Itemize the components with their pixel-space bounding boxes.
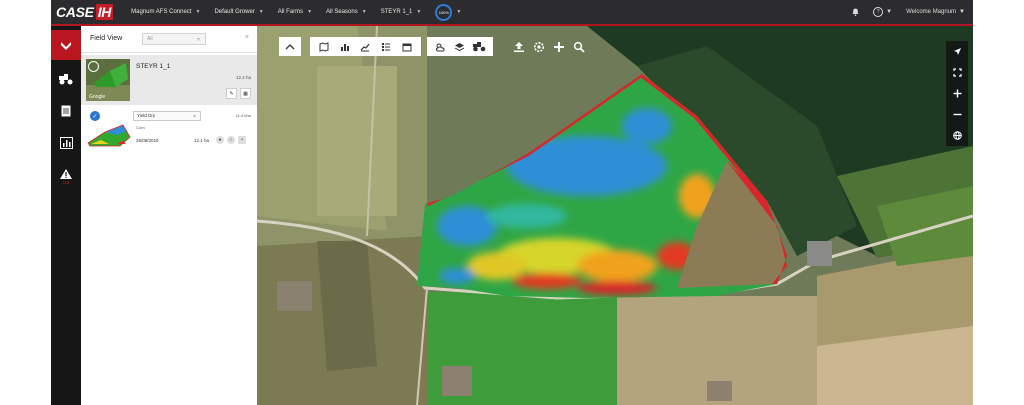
yield-thumbnail xyxy=(87,124,131,147)
rail-alerts-button[interactable]: 118 xyxy=(51,162,81,192)
field-thumbnail[interactable]: Google xyxy=(86,59,130,101)
panel-header: Field View All ▼ × xyxy=(81,26,257,53)
logo-text: CASE xyxy=(56,4,94,20)
close-icon[interactable]: × xyxy=(245,34,249,41)
nav-account[interactable]: Magnum AFS Connect ▼ xyxy=(131,9,200,15)
satellite-map[interactable] xyxy=(257,26,973,405)
map-icon[interactable] xyxy=(319,41,329,52)
chevron-down-icon: ▼ xyxy=(456,9,462,15)
chevron-up-icon xyxy=(285,43,295,49)
plus-icon[interactable] xyxy=(553,41,565,53)
chevron-down-icon: ▼ xyxy=(307,9,313,15)
checkmark-icon[interactable]: ✓ xyxy=(90,111,100,121)
globe-icon[interactable] xyxy=(946,125,968,146)
document-icon xyxy=(61,105,71,117)
bar-chart-icon[interactable] xyxy=(340,42,350,52)
user-menu[interactable]: Welcome Magnum ▼ xyxy=(906,9,965,15)
notifications-bell-icon[interactable] xyxy=(852,8,859,16)
tools-toolbar xyxy=(505,37,593,56)
chevron-down-icon: ▼ xyxy=(195,9,201,15)
settings-icon[interactable] xyxy=(533,41,545,53)
alert-count: 118 xyxy=(62,180,70,185)
field-name: STEYR 1_1 xyxy=(136,63,171,70)
nav-grower[interactable]: Default Grower ▼ xyxy=(214,9,263,15)
rail-reports-button[interactable] xyxy=(51,128,81,158)
nav-farms-label: All Farms xyxy=(277,9,304,15)
chevron-down-icon: ▼ xyxy=(196,37,201,43)
layer-date: 25/09/2018 xyxy=(136,138,159,143)
zoom-out-icon[interactable] xyxy=(946,104,968,125)
layer-row[interactable]: ✓ Yield Dry ▼ 11.4 t/ha Corn 25/09/2018 1… xyxy=(81,108,257,152)
field-area: 12.2 ha xyxy=(235,75,251,80)
panel-title: Field View xyxy=(90,35,123,42)
field-view-panel: Field View All ▼ × Google STEYR 1_1 12.2 … xyxy=(81,26,257,405)
warning-icon xyxy=(60,169,72,179)
case-ih-logo[interactable]: CASE IH xyxy=(56,4,114,20)
chevron-down-icon: ▼ xyxy=(192,114,197,120)
chevron-down-icon: ▼ xyxy=(886,9,893,15)
layers-icon[interactable] xyxy=(454,42,465,52)
field-card[interactable]: Google STEYR 1_1 12.2 ha ✎ ▦ xyxy=(81,55,257,105)
more-icon[interactable]: ▪ xyxy=(238,136,246,144)
rail-documents-button[interactable] xyxy=(51,96,81,126)
map-controls xyxy=(946,41,968,146)
layer-type-value: Yield Dry xyxy=(137,113,156,118)
weather-icon[interactable] xyxy=(435,42,447,52)
select-radio[interactable] xyxy=(88,61,99,72)
report-chart-icon xyxy=(59,137,73,149)
edit-icon[interactable]: ✎ xyxy=(226,88,237,99)
calendar-icon[interactable] xyxy=(402,42,412,52)
nav-seasons-label: All Seasons xyxy=(326,9,358,15)
navigate-icon[interactable] xyxy=(946,41,968,62)
app-window: CASE IH Magnum AFS Connect ▼ Default Growe… xyxy=(51,0,973,405)
field-card-actions: ✎ ▦ xyxy=(223,88,251,99)
nav-account-label: Magnum AFS Connect xyxy=(131,9,192,15)
user-nav: ? ▼ Welcome Magnum ▼ xyxy=(838,0,965,24)
info-icon[interactable]: ● xyxy=(216,136,224,144)
map-view[interactable] xyxy=(257,26,973,405)
tractor-icon xyxy=(59,73,73,84)
grid-icon[interactable]: ▦ xyxy=(240,88,251,99)
search-icon[interactable] xyxy=(573,41,585,53)
rail-fields-button[interactable] xyxy=(51,30,81,60)
layer-type-select[interactable]: Yield Dry ▼ xyxy=(133,111,201,121)
top-bar: CASE IH Magnum AFS Connect ▼ Default Growe… xyxy=(51,0,973,26)
rail-equipment-button[interactable] xyxy=(51,64,81,94)
breadcrumb-nav: Magnum AFS Connect ▼ Default Grower ▼ All … xyxy=(131,3,475,21)
visibility-icon[interactable]: ○ xyxy=(227,136,235,144)
layer-actions: ● ○ ▪ xyxy=(213,136,246,144)
zoom-in-icon[interactable] xyxy=(946,83,968,104)
list-icon[interactable] xyxy=(381,42,391,52)
layer-crop: Corn xyxy=(136,125,145,130)
chevron-down-icon: ▼ xyxy=(959,9,965,15)
fields-icon xyxy=(61,42,71,50)
chevron-down-icon: ▼ xyxy=(416,9,422,15)
progress-badge: 100% xyxy=(435,3,453,21)
nav-grower-label: Default Grower xyxy=(214,9,255,15)
layers-toolbar xyxy=(427,37,493,56)
chevron-down-icon: ▼ xyxy=(361,9,367,15)
help-icon: ? xyxy=(873,7,884,17)
nav-field-label: STEYR 1_1 xyxy=(380,9,413,15)
nav-field[interactable]: STEYR 1_1 ▼ xyxy=(381,9,422,15)
chevron-down-icon: ▼ xyxy=(258,9,264,15)
line-chart-icon[interactable] xyxy=(360,42,370,52)
upload-icon[interactable] xyxy=(513,41,525,53)
tractor-icon[interactable] xyxy=(472,41,486,52)
layer-area: 12.1 ha xyxy=(194,138,210,143)
left-rail: 118 xyxy=(51,26,81,405)
logo-ih: IH xyxy=(95,4,114,20)
field-filter-select[interactable]: All ▼ xyxy=(142,33,206,45)
layer-yield-value: 11.4 t/ha xyxy=(235,113,251,118)
collapse-button[interactable] xyxy=(279,37,301,56)
nav-farms[interactable]: All Farms ▼ xyxy=(278,9,312,15)
progress-badge-menu[interactable]: 100% ▼ xyxy=(435,3,462,21)
field-filter-value: All xyxy=(147,36,153,42)
help-menu[interactable]: ? ▼ xyxy=(873,7,892,17)
nav-seasons[interactable]: All Seasons ▼ xyxy=(326,9,367,15)
thumbnail-attribution: Google xyxy=(89,94,106,100)
fullscreen-icon[interactable] xyxy=(946,62,968,83)
view-toolbar xyxy=(310,37,421,56)
welcome-label: Welcome Magnum xyxy=(906,9,957,15)
